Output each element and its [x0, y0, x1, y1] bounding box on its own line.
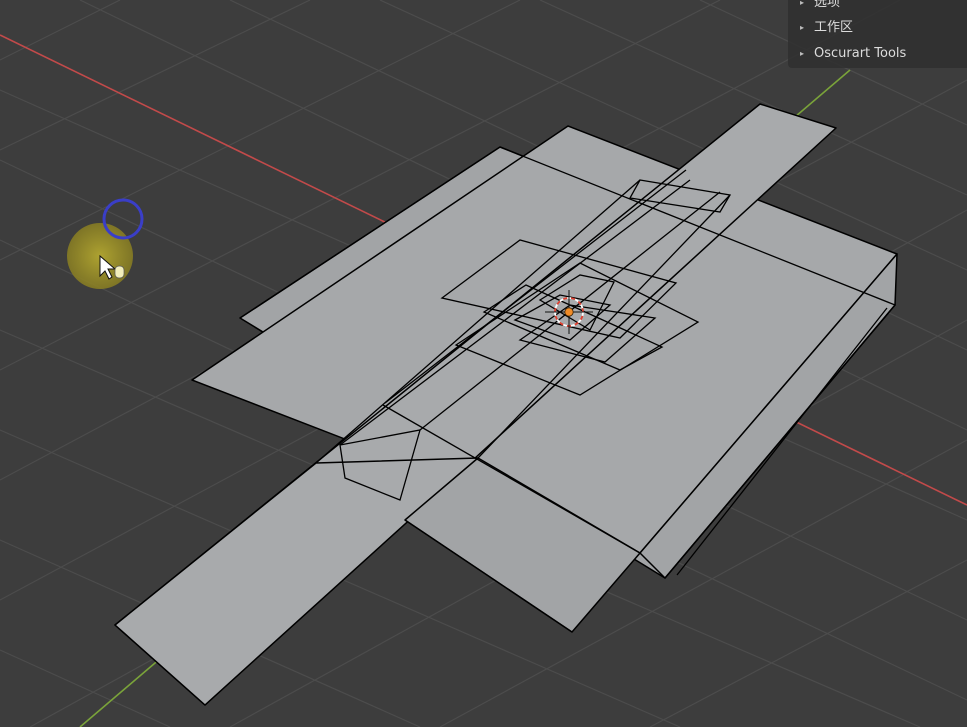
panel-item-options[interactable]: ▸ 选项 — [788, 0, 967, 15]
panel-item-workspace[interactable]: ▸ 工作区 — [788, 16, 967, 40]
expand-arrow-icon: ▸ — [800, 0, 805, 7]
mesh-face-strip-end-bottom[interactable] — [114, 457, 479, 706]
panel-item-label: Oscurart Tools — [814, 46, 907, 61]
3d-viewport[interactable] — [0, 0, 967, 727]
panel-item-oscurart-tools[interactable]: ▸ Oscurart Tools — [788, 42, 967, 66]
sidebar-panel: ▸ 选项 ▸ 工作区 ▸ Oscurart Tools — [788, 0, 967, 68]
panel-item-label: 工作区 — [814, 20, 854, 35]
mesh-object[interactable] — [114, 103, 898, 706]
expand-arrow-icon: ▸ — [800, 49, 805, 58]
expand-arrow-icon: ▸ — [800, 23, 805, 32]
origin-dot-icon — [564, 307, 574, 317]
panel-item-label: 选项 — [814, 0, 841, 10]
